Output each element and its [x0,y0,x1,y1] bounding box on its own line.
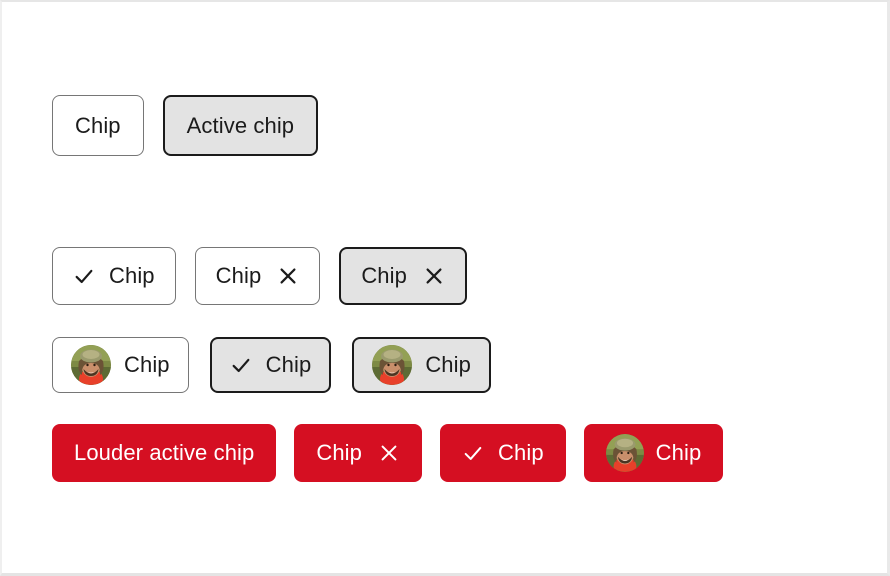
chip-louder-close[interactable]: Chip [294,424,423,482]
chip-label: Chip [75,112,121,138]
close-icon[interactable] [423,265,445,287]
chip-label: Chip [655,440,702,465]
chip-label: Chip [316,440,363,465]
chips-showcase-canvas: Chip Active chip Chip Chip Chip Chip Chi… [0,0,890,576]
chip-label: Chip [215,263,262,288]
chip-basic-active[interactable]: Active chip [162,95,319,156]
chip-label: Chip [425,352,471,377]
icon-chips-row: Chip Chip Chip [52,247,467,305]
check-icon [462,442,484,464]
chip-label: Chip [109,263,155,288]
check-icon [230,354,252,376]
chip-avatar-default[interactable]: Chip [52,337,189,393]
chip-basic-default[interactable]: Chip [52,95,144,156]
chip-label: Chip [498,440,544,465]
basic-chips-row: Chip Active chip [52,95,319,156]
avatar-icon [605,434,644,472]
avatar-chips-row: Chip Chip Chip [52,337,491,393]
chip-avatar-active[interactable]: Chip [352,337,491,393]
chip-label: Chip [361,263,407,288]
chip-check-default[interactable]: Chip [52,247,176,305]
avatar-icon [71,345,111,385]
chip-label: Chip [124,352,170,377]
chip-louder-check[interactable]: Chip [440,424,566,482]
chip-louder-avatar[interactable]: Chip [583,424,724,482]
check-icon [73,265,95,287]
chip-label: Louder active chip [74,440,255,465]
chip-check-active[interactable]: Chip [209,337,332,393]
chip-label: Active chip [186,112,295,138]
chip-label: Chip [265,352,312,377]
chip-close-active[interactable]: Chip [339,247,467,305]
close-icon[interactable] [277,265,299,287]
avatar-icon [372,345,413,385]
chip-close-default[interactable]: Chip [194,247,321,305]
louder-chips-row: Louder active chip Chip Chip Chip [52,424,724,482]
chip-louder-active[interactable]: Louder active chip [52,424,277,482]
close-icon[interactable] [378,442,400,464]
